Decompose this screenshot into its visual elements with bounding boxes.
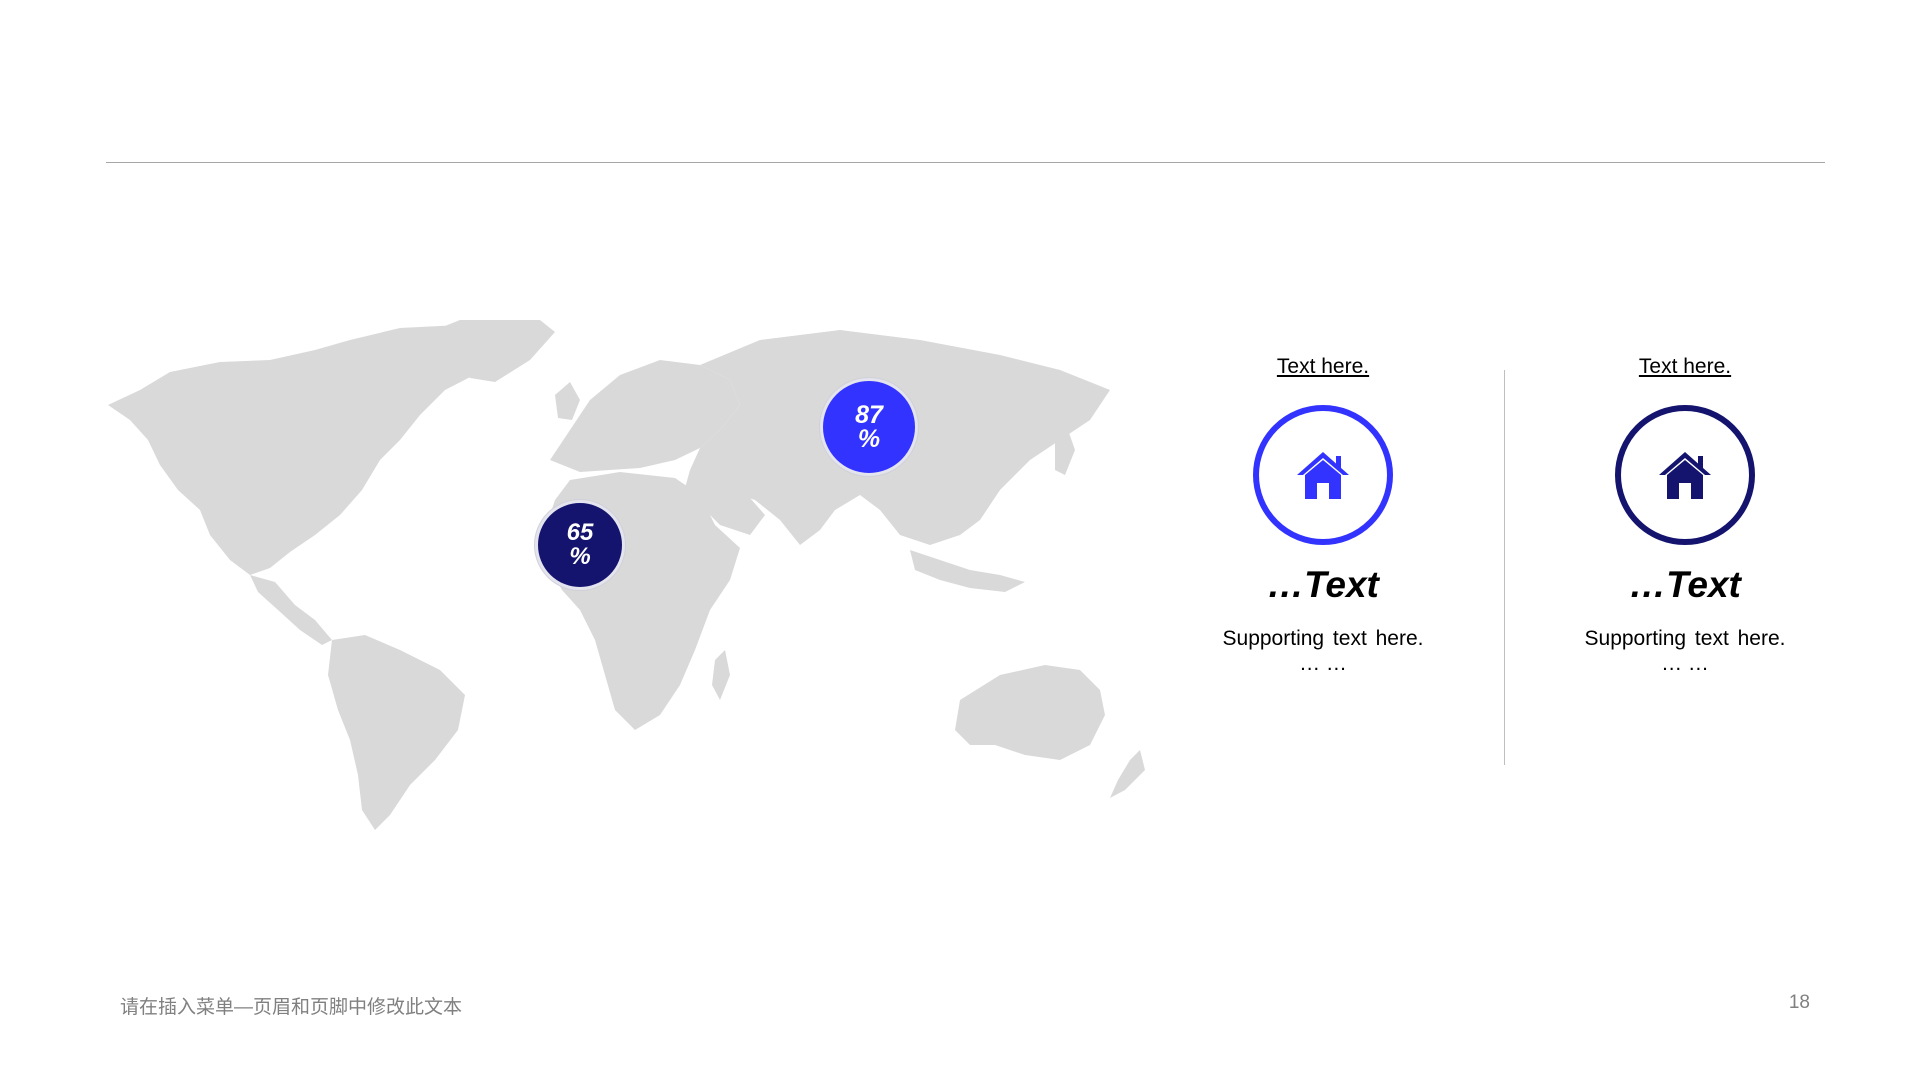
card-divider — [1504, 370, 1505, 765]
south-america-shape — [328, 635, 465, 830]
badge-unit: % — [857, 425, 881, 453]
header-rule — [106, 162, 1825, 163]
central-america-shape — [250, 575, 332, 645]
card-ellipsis: … … — [1299, 652, 1347, 675]
percentage-badge-africa: 65 % — [535, 500, 625, 590]
card-supporting-text: Supporting text here. — [1222, 627, 1424, 650]
badge-unit: % — [569, 543, 591, 570]
badge-value: 65 — [566, 519, 594, 546]
info-card-1: Text here. …Text Supporting text here. …… — [1173, 355, 1473, 677]
card-heading: …Text — [1629, 564, 1741, 605]
card-heading: …Text — [1267, 564, 1379, 605]
world-map — [108, 320, 1145, 830]
card-ellipsis: … … — [1661, 652, 1709, 675]
australia-shape — [955, 665, 1105, 760]
icon-circle — [1253, 405, 1393, 545]
icon-circle — [1615, 405, 1755, 545]
southeast-asia-shape — [910, 550, 1025, 592]
footer-text: 请在插入菜单—页眉和页脚中修改此文本 — [120, 997, 463, 1018]
card-link[interactable]: Text here. — [1535, 355, 1835, 383]
madagascar-shape — [712, 650, 730, 700]
card-link[interactable]: Text here. — [1173, 355, 1473, 383]
info-card-2: Text here. …Text Supporting text here. …… — [1535, 355, 1835, 677]
page-number: 18 — [1788, 992, 1810, 1013]
uk-shape — [555, 382, 580, 420]
badge-value: 87 — [855, 401, 883, 429]
percentage-badge-asia: 87 % — [820, 378, 918, 476]
house-icon — [1659, 452, 1711, 499]
new-zealand-shape — [1110, 750, 1145, 798]
card-supporting-text: Supporting text here. — [1584, 627, 1786, 650]
house-icon — [1297, 452, 1349, 499]
